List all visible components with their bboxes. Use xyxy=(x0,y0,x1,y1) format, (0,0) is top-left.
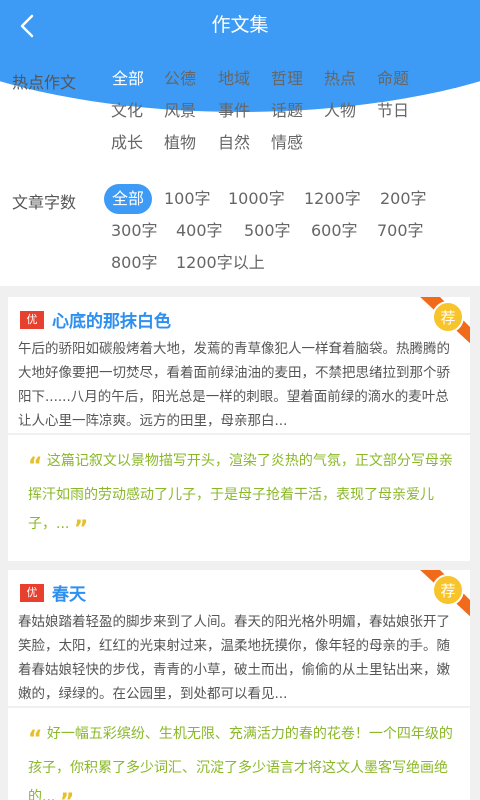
words-option-6[interactable]: 400字 xyxy=(176,216,223,246)
topic-option-14[interactable]: 自然 xyxy=(218,128,250,158)
divider xyxy=(8,706,470,708)
excellent-badge: 优 xyxy=(20,584,44,602)
topic-option-4[interactable]: 热点 xyxy=(324,64,356,94)
words-option-0[interactable]: 全部 xyxy=(104,184,153,214)
article-card[interactable]: 优 春天 荐 春姑娘踏着轻盈的脚步来到了人间。春天的阳光格外明媚，春姑娘张开了笑… xyxy=(8,570,470,800)
topic-filter-label: 热点作文 xyxy=(12,73,77,92)
open-quote-icon: “ xyxy=(28,727,43,752)
topic-option-12[interactable]: 成长 xyxy=(111,128,143,158)
article-excerpt: 午后的骄阳如碳般烤着大地，发蔫的青草像犯人一样耷着脑袋。热腾腾的大地好像要把一切… xyxy=(18,341,450,429)
recommend-label: 荐 xyxy=(440,582,455,600)
article-title[interactable]: 春天 xyxy=(52,580,86,605)
words-option-1[interactable]: 100字 xyxy=(164,184,211,214)
topic-option-1[interactable]: 公德 xyxy=(164,64,196,94)
page-title: 作文集 xyxy=(211,14,269,36)
close-quote-icon: ” xyxy=(60,790,74,800)
topic-option-0[interactable]: 全部 xyxy=(104,64,153,94)
topic-option-7[interactable]: 风景 xyxy=(164,96,196,126)
topic-option-8[interactable]: 事件 xyxy=(218,96,250,126)
words-option-8[interactable]: 600字 xyxy=(311,216,358,246)
topic-option-6[interactable]: 文化 xyxy=(111,96,143,126)
topic-option-2[interactable]: 地域 xyxy=(218,64,250,94)
topic-option-15[interactable]: 情感 xyxy=(271,128,303,158)
topic-option-11[interactable]: 节日 xyxy=(377,96,409,126)
article-excerpt: 春姑娘踏着轻盈的脚步来到了人间。春天的阳光格外明媚，春姑娘张开了笑脸，太阳，红红… xyxy=(18,614,450,702)
words-option-7[interactable]: 500字 xyxy=(244,216,291,246)
topic-option-3[interactable]: 哲理 xyxy=(271,64,303,94)
topic-option-13[interactable]: 植物 xyxy=(164,128,196,158)
excellent-badge: 优 xyxy=(20,311,44,329)
divider xyxy=(8,433,470,435)
teacher-comment-text: 这篇记叙文以景物描写开头，渲染了炎热的气氛，正文部分写母亲挥汗如雨的劳动感动了儿… xyxy=(28,453,453,532)
words-option-2[interactable]: 1000字 xyxy=(228,184,285,214)
filter-panel: 热点作文 文章字数 全部 公德 地域 哲理 热点 命题 文化 风景 事件 话题 人物 节日 成长 植物 自然… xyxy=(0,52,480,286)
app-header: 作文集 xyxy=(0,0,480,52)
recommend-label: 荐 xyxy=(440,309,455,327)
words-option-5[interactable]: 300字 xyxy=(111,216,158,246)
words-option-3[interactable]: 1200字 xyxy=(304,184,361,214)
teacher-comment: “ 好一幅五彩缤纷、生机无限、充满活力的春的花卷！一个四年级的孩子，你积累了多少… xyxy=(28,720,456,800)
close-quote-icon: ” xyxy=(73,517,89,542)
words-option-10[interactable]: 800字 xyxy=(111,248,158,278)
teacher-comment: “ 这篇记叙文以景物描写开头，渲染了炎热的气氛，正文部分写母亲挥汗如雨的劳动感动… xyxy=(28,447,456,544)
topic-option-9[interactable]: 话题 xyxy=(271,96,303,126)
words-option-11[interactable]: 1200字以上 xyxy=(176,248,265,278)
words-option-4[interactable]: 200字 xyxy=(380,184,427,214)
topic-option-5[interactable]: 命题 xyxy=(377,64,409,94)
topic-option-10[interactable]: 人物 xyxy=(324,96,356,126)
teacher-comment-text: 好一幅五彩缤纷、生机无限、充满活力的春的花卷！一个四年级的孩子，你积累了多少词汇… xyxy=(28,726,453,800)
article-title[interactable]: 心底的那抹白色 xyxy=(52,307,171,332)
article-card[interactable]: 优 心底的那抹白色 荐 午后的骄阳如碳般烤着大地，发蔫的青草像犯人一样耷着脑袋。… xyxy=(8,297,470,561)
word-count-filter-label: 文章字数 xyxy=(12,193,77,212)
open-quote-icon: “ xyxy=(28,454,43,479)
words-option-9[interactable]: 700字 xyxy=(377,216,424,246)
